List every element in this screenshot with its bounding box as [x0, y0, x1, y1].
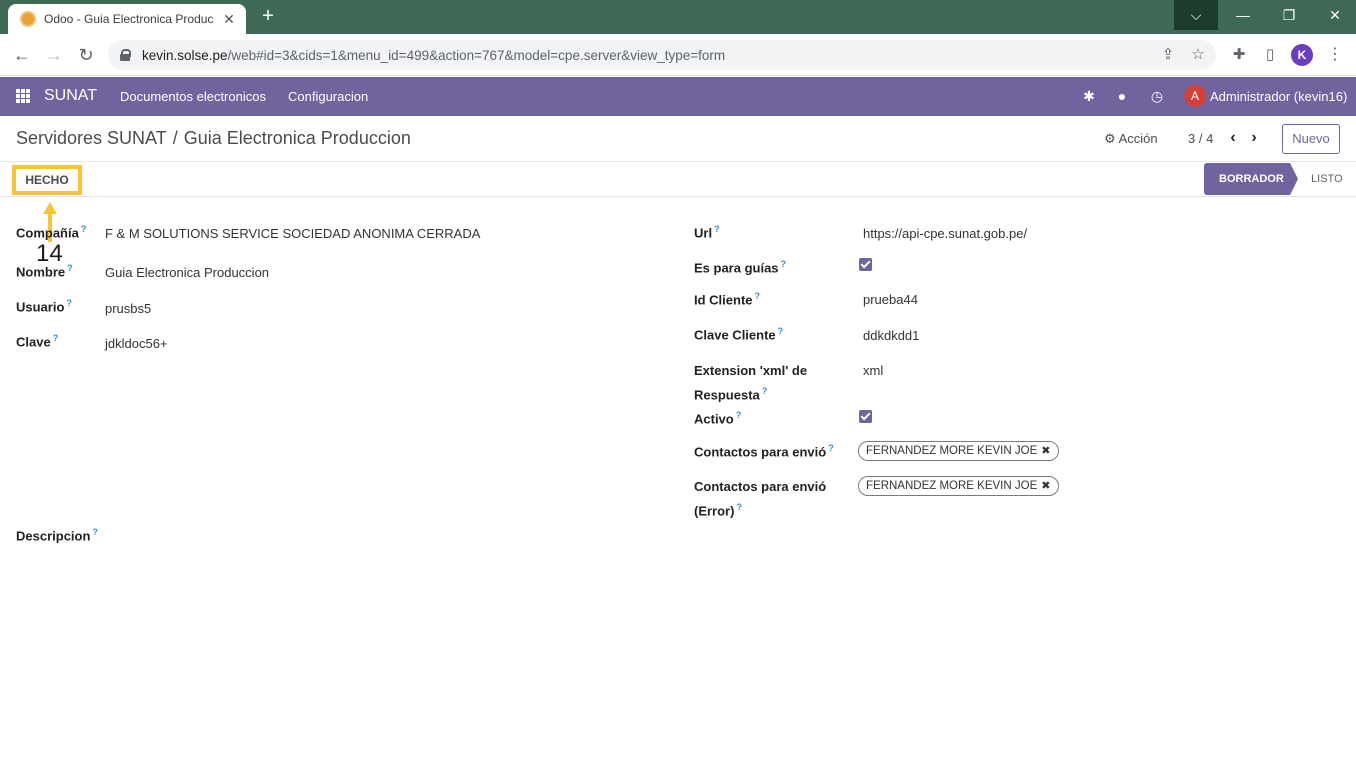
- back-button[interactable]: ←: [10, 44, 34, 66]
- extension-field[interactable]: xml: [863, 363, 883, 378]
- name-label: Nombre?: [16, 263, 73, 280]
- breadcrumb-separator: /: [172, 128, 178, 148]
- user-label: Usuario?: [16, 298, 72, 315]
- browser-toolbar: ← → ↻ kevin.solse.pe/web#id=3&cids=1&men…: [0, 34, 1356, 76]
- description-label: Descripcion?: [16, 527, 98, 544]
- profile-avatar[interactable]: K: [1291, 44, 1313, 66]
- pager-previous-icon[interactable]: ‹: [1226, 128, 1240, 148]
- activo-checkbox[interactable]: [859, 410, 872, 423]
- browser-menu-icon[interactable]: ⋮: [1325, 45, 1345, 65]
- id-cliente-field[interactable]: prueba44: [863, 292, 918, 307]
- help-icon[interactable]: ?: [92, 527, 98, 537]
- menu-documentos-electronicos[interactable]: Documentos electronicos: [120, 89, 266, 104]
- lock-icon[interactable]: [120, 49, 131, 61]
- extensions-puzzle-icon[interactable]: ✚: [1229, 45, 1249, 65]
- stage-borrador[interactable]: BORRADOR: [1204, 163, 1298, 195]
- form-statusbar: [0, 161, 1356, 197]
- pager-next-icon[interactable]: ›: [1247, 128, 1261, 148]
- url-host: kevin.solse.pe: [142, 47, 228, 63]
- stage-listo[interactable]: LISTO: [1311, 173, 1343, 185]
- help-icon[interactable]: ?: [67, 263, 73, 273]
- remove-tag-icon[interactable]: ✖: [1041, 445, 1050, 457]
- url-field[interactable]: https://api-cpe.sunat.gob.pe/: [863, 226, 1027, 241]
- new-record-button[interactable]: Nuevo: [1282, 124, 1340, 154]
- help-icon[interactable]: ?: [762, 386, 768, 396]
- extension-label: Extension 'xml' de Respuesta?: [694, 363, 808, 403]
- app-brand[interactable]: SUNAT: [44, 87, 97, 105]
- close-window-button[interactable]: ✕: [1312, 0, 1356, 30]
- gear-icon: ⚙: [1104, 131, 1116, 146]
- id-cliente-label: Id Cliente?: [694, 291, 761, 308]
- activity-clock-icon[interactable]: ◷: [1148, 87, 1166, 105]
- user-avatar[interactable]: A: [1184, 85, 1206, 107]
- password-label: Clave?: [16, 333, 59, 350]
- apps-grid-icon[interactable]: [16, 89, 30, 103]
- contact-error-tag[interactable]: FERNANDEZ MORE KEVIN JOE ✖: [858, 476, 1060, 496]
- help-icon[interactable]: ?: [66, 298, 72, 308]
- bookmark-star-icon[interactable]: ☆: [1188, 45, 1208, 65]
- menu-configuracion[interactable]: Configuracion: [288, 89, 368, 104]
- user-field[interactable]: prusbs5: [105, 301, 151, 316]
- browser-tab-strip: Odoo - Guia Electronica Produc ✕ + ⌵ — ❐…: [0, 0, 1356, 34]
- url-path: /web#id=3&cids=1&menu_id=499&action=767&…: [227, 47, 726, 63]
- done-button[interactable]: HECHO: [12, 165, 82, 195]
- debug-bug-icon[interactable]: ✱: [1080, 87, 1098, 105]
- guias-checkbox[interactable]: [859, 258, 872, 271]
- tab-search-dropdown-icon[interactable]: ⌵: [1174, 0, 1218, 30]
- password-field[interactable]: jdkldoc56+: [105, 336, 168, 351]
- clave-cliente-field[interactable]: ddkdkdd1: [863, 328, 919, 343]
- help-icon[interactable]: ?: [828, 443, 834, 453]
- action-menu[interactable]: ⚙ Acción: [1104, 131, 1158, 147]
- odoo-favicon-icon: [20, 11, 36, 27]
- share-icon[interactable]: ⇪: [1158, 45, 1178, 65]
- help-icon[interactable]: ?: [714, 224, 720, 234]
- restore-window-button[interactable]: ❐: [1266, 0, 1312, 30]
- reload-button[interactable]: ↻: [74, 44, 98, 66]
- tab-close-icon[interactable]: ✕: [222, 11, 236, 28]
- name-field[interactable]: Guia Electronica Produccion: [105, 265, 269, 280]
- contact-tag[interactable]: FERNANDEZ MORE KEVIN JOE ✖: [858, 441, 1060, 461]
- forward-button[interactable]: →: [42, 44, 66, 66]
- help-icon[interactable]: ?: [81, 224, 87, 234]
- guias-label: Es para guías?: [694, 259, 787, 276]
- remove-tag-icon[interactable]: ✖: [1041, 480, 1050, 492]
- activo-label: Activo?: [694, 410, 742, 427]
- action-label: Acción: [1118, 131, 1158, 146]
- help-icon[interactable]: ?: [736, 502, 742, 512]
- help-icon[interactable]: ?: [781, 259, 787, 269]
- breadcrumb-current: Guia Electronica Produccion: [183, 128, 411, 148]
- breadcrumb-parent[interactable]: Servidores SUNAT: [16, 128, 167, 148]
- company-field[interactable]: F & M SOLUTIONS SERVICE SOCIEDAD ANONIMA…: [105, 226, 480, 241]
- minimize-window-button[interactable]: —: [1220, 0, 1266, 30]
- company-label: Compañía?: [16, 224, 87, 241]
- new-tab-button[interactable]: +: [258, 5, 278, 27]
- chat-icon[interactable]: ●: [1113, 87, 1131, 105]
- help-icon[interactable]: ?: [736, 410, 742, 420]
- address-bar[interactable]: kevin.solse.pe/web#id=3&cids=1&menu_id=4…: [108, 40, 1216, 70]
- browser-tab[interactable]: Odoo - Guia Electronica Produc ✕: [8, 4, 246, 34]
- url-label: Url?: [694, 224, 720, 241]
- help-icon[interactable]: ?: [755, 291, 761, 301]
- pager-value[interactable]: 3 / 4: [1188, 131, 1213, 146]
- contactos-label: Contactos para envió?: [694, 443, 834, 460]
- contactos-error-label: Contactos para envió (Error)?: [694, 479, 827, 519]
- screen: Odoo - Guia Electronica Produc ✕ + ⌵ — ❐…: [0, 0, 1356, 763]
- help-icon[interactable]: ?: [778, 326, 784, 336]
- breadcrumb: Servidores SUNAT / Guia Electronica Produc…: [16, 128, 411, 149]
- user-menu[interactable]: Administrador (kevin16): [1210, 89, 1347, 104]
- clave-cliente-label: Clave Cliente?: [694, 326, 784, 343]
- odoo-navbar: SUNAT Documentos electronicos Configurac…: [0, 77, 1356, 116]
- tab-title: Odoo - Guia Electronica Produc: [44, 12, 214, 26]
- side-panel-icon[interactable]: ▯: [1260, 45, 1280, 65]
- help-icon[interactable]: ?: [53, 333, 59, 343]
